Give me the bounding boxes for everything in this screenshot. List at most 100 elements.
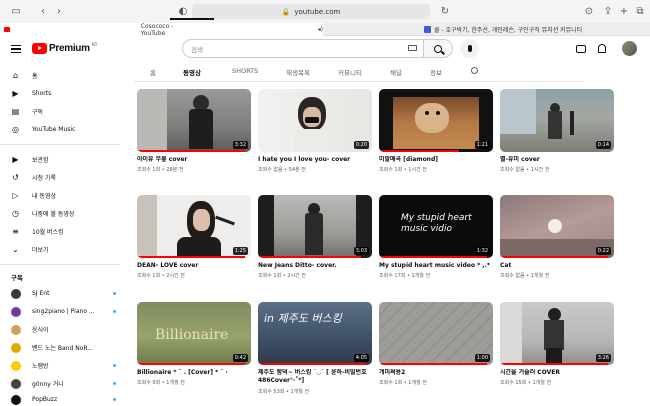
sidebar-item-shorts[interactable]: ▶ Shorts (0, 85, 120, 102)
channel-avatar (11, 325, 21, 335)
subscription-item[interactable]: 응식이 (0, 321, 120, 338)
logo-text: Premium (49, 43, 90, 54)
sidebar-divider (0, 144, 120, 145)
sidebar-item-library[interactable]: ▶ 보관함 (0, 151, 120, 168)
video-title[interactable]: DEAN- LOVE cover (137, 262, 251, 270)
video-thumbnail[interactable]: 3:26 (500, 302, 614, 365)
sidebar-item-label: 더보기 (32, 247, 49, 254)
video-title[interactable]: 미발매곡 [diamond] (379, 156, 493, 164)
video-meta: 조회수 없음 • 1개월 전 (500, 273, 550, 279)
video-duration: 4:05 (353, 354, 369, 362)
sidebar-item-subscriptions[interactable]: ▤ 구독 (0, 103, 120, 120)
video-title[interactable]: 제주도 함덕~ 버스킹 ˙◡˙ [ 윤하-비밀번호 486Cover°·˚*] (258, 369, 372, 385)
thumbnail-overlay-text: in 제주도 버스킹 (264, 312, 342, 325)
new-content-dot (113, 398, 116, 401)
tab-about[interactable]: 정보 (430, 67, 442, 77)
subscription-label: g0nny 거니 (32, 381, 64, 388)
account-avatar[interactable] (622, 41, 637, 56)
forward-icon[interactable]: › (52, 4, 66, 18)
subscription-item[interactable]: PopBuzz (0, 391, 120, 406)
sidebar-item-label: 내 동영상 (32, 193, 56, 200)
watch-progress-bar (258, 256, 361, 258)
sidebar-toggle-icon[interactable]: ▭ (9, 4, 23, 18)
sidebar-item-playlist[interactable]: ≡ 10월 버스킹 (0, 223, 120, 240)
subscription-item[interactable]: g0nny 거니 (0, 375, 120, 392)
subscription-item[interactable]: sing2piano | Piano ... (0, 303, 120, 320)
channel-search-icon[interactable] (471, 67, 478, 74)
video-duration: 0:42 (232, 354, 248, 362)
watch-later-icon: ◷ (12, 209, 19, 218)
video-meta: 조회수 9회 • 1개월 전 (137, 380, 185, 386)
share-icon[interactable]: ⇪ (601, 4, 615, 18)
video-duration: 1:32 (474, 247, 490, 255)
video-title[interactable]: My stupid heart music video * ,.* (379, 262, 493, 270)
video-thumbnail[interactable]: 0:20 (258, 89, 372, 152)
video-thumbnail[interactable]: 1:21 (379, 89, 493, 152)
video-title[interactable]: 개미써용2 (379, 369, 493, 377)
sidebar-item-youtube-music[interactable]: ◎ YouTube Music (0, 121, 120, 138)
new-tab-icon[interactable]: + (617, 4, 631, 18)
notifications-bell-icon[interactable] (598, 44, 606, 53)
hamburger-menu-icon[interactable] (11, 45, 21, 53)
youtube-favicon-icon (4, 27, 10, 32)
video-title[interactable]: 시간을 거슬러 COVER (500, 369, 614, 377)
video-thumbnail[interactable]: 0:14 (500, 89, 614, 152)
tab-playlists[interactable]: 재생목록 (286, 67, 310, 77)
tab-title: Cosococo - YouTube (140, 22, 174, 37)
channel-avatar (11, 361, 21, 371)
sidebar-item-history[interactable]: ↺ 시청 기록 (0, 169, 120, 186)
video-duration: 3:03 (353, 247, 369, 255)
downloads-icon[interactable]: ⊙ (582, 4, 596, 18)
watch-progress-bar (500, 256, 609, 258)
subscriptions-heading: 구독 (11, 274, 23, 282)
video-title[interactable]: 아이유 무릎 cover (137, 156, 251, 164)
video-duration: 0:14 (595, 141, 611, 149)
video-title[interactable]: New Jeans Ditto- cover. (258, 262, 372, 270)
back-icon[interactable]: ‹ (36, 4, 50, 18)
subscriptions-icon: ▤ (11, 107, 20, 116)
privacy-shield-icon[interactable]: ◐ (176, 4, 190, 18)
video-thumbnail[interactable]: 3:32 (137, 89, 251, 152)
video-thumbnail[interactable]: 1:00 (379, 302, 493, 365)
subscription-item[interactable]: 밴드 노는 Band NoR... (0, 339, 120, 356)
search-button[interactable] (424, 39, 453, 58)
tab-community[interactable]: 쿨 - 호구박기, 한주선, 개인레슨, 구인구직 뮤지션 커뮤니티 (324, 23, 650, 36)
voice-search-button[interactable] (460, 39, 479, 58)
tab-home[interactable]: 홈 (150, 67, 156, 77)
video-thumbnail[interactable]: Billionaire 0:42 (137, 302, 251, 365)
video-thumbnail[interactable]: 0:22 (500, 195, 614, 258)
video-thumbnail[interactable]: 3:03 (258, 195, 372, 258)
tab-overview-icon[interactable]: ⧉ (633, 4, 647, 18)
youtube-premium-logo[interactable]: Premium KR (32, 42, 97, 54)
video-title[interactable]: Cat (500, 262, 614, 270)
reload-icon[interactable]: ↻ (438, 4, 452, 18)
tab-shorts[interactable]: SHORTS (232, 67, 258, 75)
video-title[interactable]: 별-유미 cover (500, 156, 614, 164)
sidebar-item-more[interactable]: ⌄ 더보기 (0, 241, 120, 258)
address-bar[interactable]: 🔒 youtube.com (192, 4, 430, 19)
video-thumbnail[interactable]: in 제주도 버스킹 4:05 (258, 302, 372, 365)
sidebar-item-home[interactable]: ⌂ 홈 (0, 67, 120, 84)
community-favicon-icon (424, 26, 431, 33)
watch-progress-bar (137, 150, 246, 152)
video-thumbnail[interactable]: 1:25 (137, 195, 251, 258)
my-videos-icon: ▷ (12, 191, 19, 200)
video-title[interactable]: Billionaire * ˚ . [Cover] * ˚ · (137, 369, 251, 377)
subscription-item[interactable]: 노잼방 (0, 357, 120, 374)
create-video-icon[interactable] (576, 45, 586, 53)
keyboard-icon[interactable] (408, 45, 417, 51)
search-input[interactable]: 검색 (182, 39, 424, 58)
tab-youtube[interactable]: Cosococo - YouTube ◂) (0, 22, 323, 37)
video-thumbnail[interactable]: My stupid heart music vidio 1:32 (379, 195, 493, 258)
sidebar-item-my-videos[interactable]: ▷ 내 동영상 (0, 187, 120, 204)
tab-channels[interactable]: 채널 (390, 67, 402, 77)
watch-progress-bar (379, 363, 488, 365)
video-meta: 조회수 1회 • 28분 전 (137, 167, 184, 173)
subscription-item[interactable]: SJ Ent (0, 285, 120, 302)
video-title[interactable]: I hate you I love you- cover (258, 156, 372, 164)
watch-progress-bar (379, 256, 488, 258)
tab-videos[interactable]: 동영상 (183, 67, 201, 77)
speaker-icon[interactable]: ◂) (318, 26, 323, 33)
tab-community[interactable]: 커뮤니티 (338, 67, 362, 77)
sidebar-item-watch-later[interactable]: ◷ 나중에 볼 동영상 (0, 205, 120, 222)
